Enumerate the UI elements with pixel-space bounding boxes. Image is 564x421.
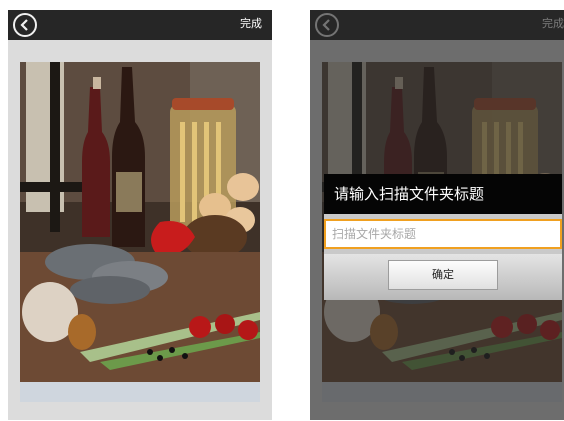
dialog-title-bar: 请输入扫描文件夹标题 <box>324 174 562 214</box>
phone-screen-left: 完成 <box>8 10 272 420</box>
photo-footer-strip <box>20 382 260 402</box>
dialog-button-area: 确定 <box>324 254 562 300</box>
folder-title-dialog: 请输入扫描文件夹标题 扫描文件夹标题 确定 <box>324 174 562 300</box>
top-bar: 完成 <box>8 10 272 40</box>
dialog-title: 请输入扫描文件夹标题 <box>334 185 485 203</box>
done-button[interactable]: 完成 <box>240 17 262 31</box>
phone-screen-right: 完成 <box>310 10 564 420</box>
chevron-left-icon <box>20 19 28 31</box>
folder-title-input[interactable]: 扫描文件夹标题 <box>324 219 562 249</box>
back-button[interactable] <box>13 13 37 37</box>
scanned-photo <box>20 62 260 382</box>
confirm-button[interactable]: 确定 <box>388 260 498 290</box>
